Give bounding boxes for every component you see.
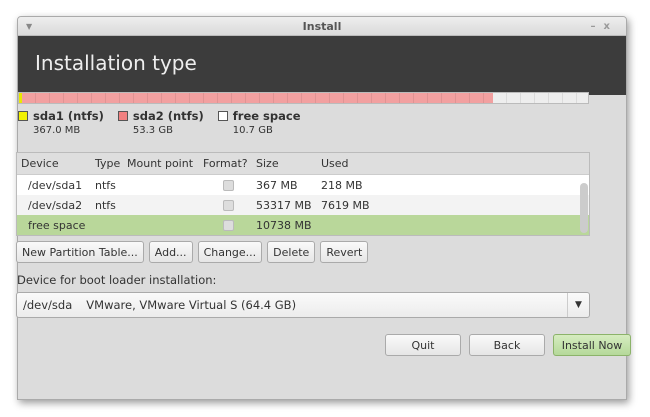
table-row-selected[interactable]: free space 10738 MB [17, 215, 589, 235]
swatch-free [217, 111, 228, 121]
dropdown-arrow-icon[interactable]: ▼ [567, 293, 589, 317]
cell-size: 367 MB [256, 178, 298, 192]
cell-device: free space [28, 218, 86, 232]
back-button[interactable]: Back [469, 334, 545, 356]
legend-free: free space 10.7 GB [217, 109, 301, 136]
legend-sda2: sda2 (ntfs) 53.3 GB [117, 109, 204, 136]
cell-type: ntfs [95, 178, 116, 192]
cell-used: 7619 MB [321, 198, 370, 212]
legend-name: free space [232, 109, 301, 123]
quit-button[interactable]: Quit [385, 334, 461, 356]
col-type[interactable]: Type [95, 157, 127, 170]
revert-button[interactable]: Revert [320, 241, 369, 263]
install-now-button[interactable]: Install Now [553, 334, 631, 356]
new-partition-table-button[interactable]: New Partition Table... [16, 241, 144, 263]
swatch-sda1 [18, 111, 28, 121]
partition-segment-1 [22, 93, 494, 103]
partition-bar [18, 92, 589, 104]
change-button[interactable]: Change... [197, 241, 263, 263]
legend-size: 53.3 GB [132, 125, 173, 136]
table-header: Device Type Mount point Format? Size Use… [17, 153, 589, 175]
table-row[interactable]: /dev/sda2 ntfs 53317 MB 7619 MB [17, 195, 589, 215]
col-used[interactable]: Used [321, 157, 401, 170]
partition-legend: sda1 (ntfs) 367.0 MB sda2 (ntfs) 53.3 GB f… [18, 109, 315, 136]
col-mount[interactable]: Mount point [127, 157, 203, 170]
format-checkbox[interactable] [223, 219, 234, 231]
format-checkbox[interactable] [223, 199, 234, 211]
cell-type: ntfs [95, 198, 116, 212]
swatch-sda2 [117, 111, 128, 121]
bootloader-label: Device for boot loader installation: [17, 273, 217, 287]
legend-size: 367.0 MB [33, 125, 81, 136]
bootloader-device: /dev/sda [23, 298, 73, 312]
partition-table: Device Type Mount point Format? Size Use… [16, 152, 590, 236]
table-row[interactable]: /dev/sda1 ntfs 367 MB 218 MB [17, 175, 589, 195]
format-checkbox[interactable] [223, 179, 234, 191]
cell-size: 10738 MB [256, 218, 312, 232]
partition-segment-2 [493, 93, 588, 103]
legend-name: sda1 (ntfs) [33, 109, 104, 123]
bootloader-desc: VMware, VMware Virtual S (64.4 GB) [86, 298, 297, 312]
window-title: Install [302, 20, 342, 33]
col-size[interactable]: Size [256, 157, 321, 170]
page-title: Installation type [18, 36, 626, 95]
cell-device: /dev/sda1 [28, 178, 83, 192]
title-bar: ▼ Install –x [18, 17, 626, 36]
legend-sda1: sda1 (ntfs) 367.0 MB [18, 109, 104, 136]
col-device[interactable]: Device [17, 157, 95, 170]
cell-used: 218 MB [321, 178, 363, 192]
legend-name: sda2 (ntfs) [132, 109, 204, 123]
minimize-icon[interactable]: – [591, 21, 604, 32]
window-menu-icon[interactable]: ▼ [26, 17, 32, 36]
col-format[interactable]: Format? [203, 157, 256, 170]
legend-size: 10.7 GB [232, 125, 273, 136]
add-button[interactable]: Add... [148, 241, 193, 263]
cell-device: /dev/sda2 [28, 198, 83, 212]
bootloader-select[interactable]: /dev/sda VMware, VMware Virtual S (64.4 … [16, 292, 590, 318]
table-scrollbar[interactable] [580, 183, 588, 233]
cell-size: 53317 MB [256, 198, 312, 212]
delete-button[interactable]: Delete [267, 241, 316, 263]
close-icon[interactable]: x [604, 21, 618, 32]
